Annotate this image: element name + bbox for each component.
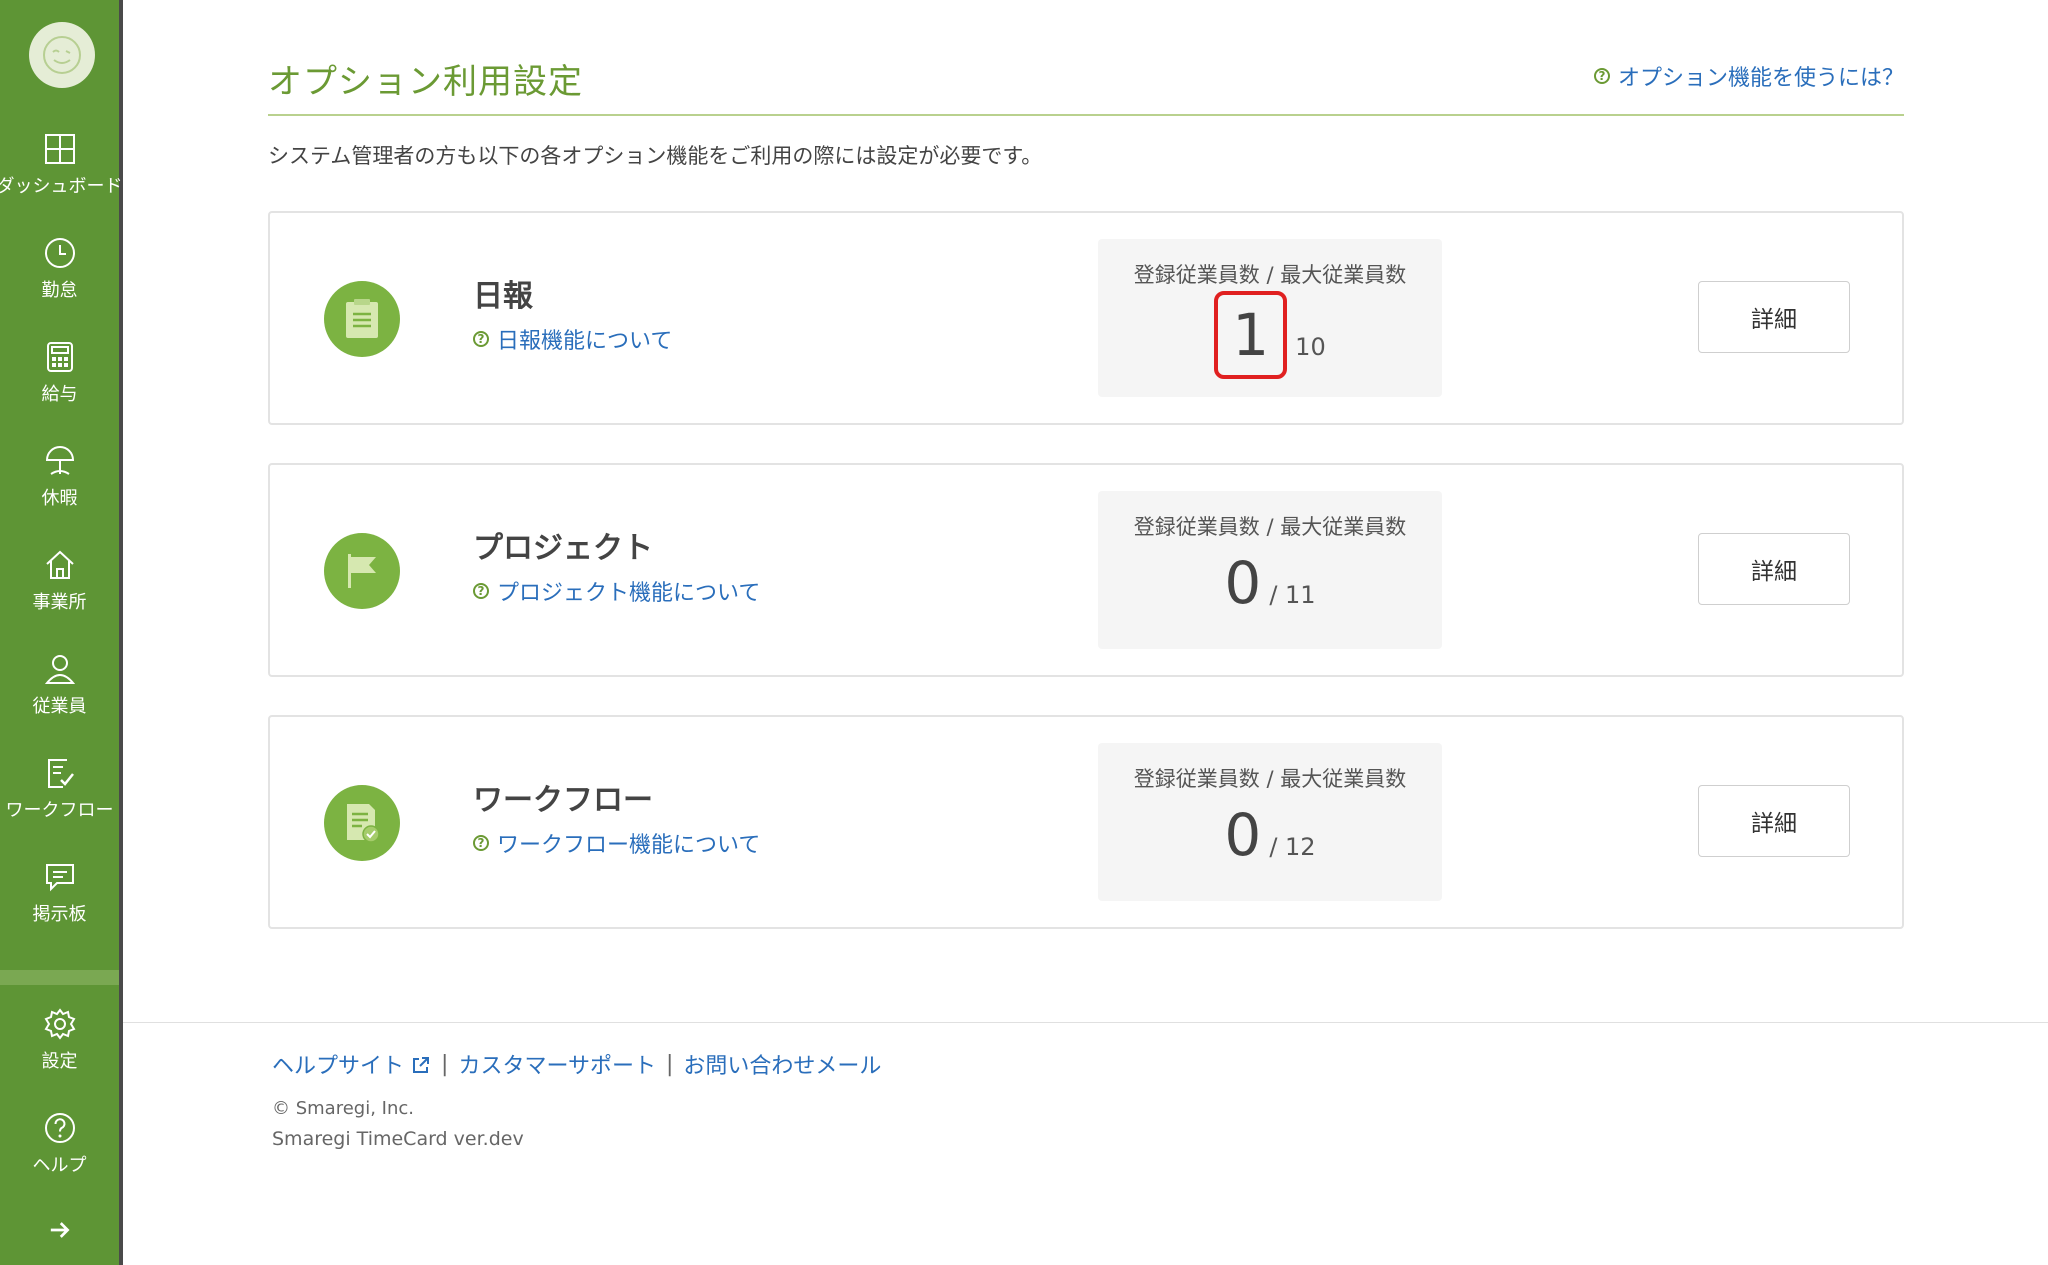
external-link-icon [413, 1057, 430, 1073]
option-help-link-text: オプション機能を使うには？ [1617, 66, 1904, 91]
sidebar-item-workflow[interactable]: ワークフロー [0, 756, 119, 846]
detail-button[interactable]: 詳細 [1698, 281, 1850, 353]
question-icon: ? [473, 331, 489, 347]
employee-count-row: 0 / 12 [1098, 795, 1442, 875]
sidebar-item-label: 事業所 [32, 592, 87, 613]
employee-count-label: 登録従業員数 / 最大従業員数 [1133, 515, 1407, 539]
customer-support-link[interactable]: カスタマーサポート [458, 1048, 656, 1080]
calculator-icon [46, 342, 73, 372]
footer-separator: | [441, 1051, 449, 1077]
option-help-link[interactable]: ? オプション機能を使うには？ [1593, 60, 1904, 92]
arrow-right-icon [50, 1222, 70, 1238]
max-count: 10 [1295, 333, 1326, 361]
person-icon [44, 655, 75, 684]
employee-count-panel: 登録従業員数 / 最大従業員数 0 / 11 [1098, 491, 1442, 649]
checklist-icon [47, 759, 74, 788]
avatar[interactable] [29, 22, 95, 88]
option-about-link-text: プロジェクト機能について [497, 581, 761, 606]
sidebar-item-settings[interactable]: 設定 [0, 1007, 119, 1097]
sidebar-item-office[interactable]: 事業所 [0, 548, 119, 638]
detail-button[interactable]: 詳細 [1698, 533, 1850, 605]
option-card-workflow: ワークフロー ? ワークフロー機能について 登録従業員数 / 最大従業員数 0 … [268, 715, 1904, 929]
contact-mail-link[interactable]: お問い合わせメール [683, 1048, 881, 1080]
page-title: オプション利用設定 [268, 62, 583, 102]
sidebar-item-dashboard[interactable]: ダッシュボード [0, 132, 123, 222]
employee-count-label: 登録従業員数 / 最大従業員数 [1133, 263, 1407, 287]
sidebar-item-attendance[interactable]: 勤怠 [0, 236, 119, 326]
registered-count: 0 [1224, 549, 1262, 617]
sidebar-item-employees[interactable]: 従業員 [0, 652, 119, 742]
sidebar-item-label: ワークフロー [5, 800, 114, 821]
version-text: Smaregi TimeCard ver.dev [272, 1128, 524, 1150]
sidebar-item-label: 設定 [41, 1051, 78, 1072]
sidebar-item-label: 勤怠 [41, 280, 78, 301]
max-count: / 11 [1269, 581, 1316, 609]
sidebar: ダッシュボード 勤怠 給与 休暇 事業所 従業員 ワークフロー 掲示板 設定 ヘ… [0, 0, 123, 1265]
sidebar-expand-button[interactable] [0, 1217, 119, 1247]
employee-count-panel: 登録従業員数 / 最大従業員数 1 10 [1098, 239, 1442, 397]
sidebar-item-label: 従業員 [32, 696, 87, 717]
max-count: / 12 [1269, 833, 1316, 861]
dashboard-icon [44, 134, 75, 164]
option-about-link[interactable]: ? ワークフロー機能について [473, 827, 760, 859]
sidebar-item-label: ダッシュボード [0, 176, 123, 197]
employee-count-label: 登録従業員数 / 最大従業員数 [1133, 767, 1407, 791]
question-icon: ? [473, 835, 489, 851]
option-about-link[interactable]: ? プロジェクト機能について [473, 575, 760, 607]
detail-button[interactable]: 詳細 [1698, 785, 1850, 857]
footer: ヘルプサイト | カスタマーサポート | お問い合わせメール © Smaregi… [272, 1048, 881, 1154]
help-icon [44, 1113, 75, 1143]
option-about-link[interactable]: ? 日報機能について [473, 323, 672, 355]
help-site-link-text: ヘルプサイト [272, 1054, 405, 1079]
intro-text: システム管理者の方も以下の各オプション機能をご利用の際には設定が必要です。 [268, 144, 1043, 168]
sidebar-item-label: ヘルプ [32, 1155, 87, 1176]
home-icon [45, 550, 74, 579]
page-header: オプション利用設定 ? オプション機能を使うには？ [268, 50, 1904, 116]
sidebar-item-board[interactable]: 掲示板 [0, 860, 119, 950]
option-about-link-text: 日報機能について [497, 329, 673, 354]
registered-count: 0 [1224, 801, 1262, 869]
question-icon: ? [1593, 68, 1610, 84]
employee-count-panel: 登録従業員数 / 最大従業員数 0 / 12 [1098, 743, 1442, 901]
footer-divider [123, 1022, 2048, 1023]
employee-count-row: 0 / 11 [1098, 543, 1442, 623]
flag-icon [324, 533, 400, 609]
option-name: プロジェクト [473, 531, 653, 566]
option-card-daily-report: 日報 ? 日報機能について 登録従業員数 / 最大従業員数 1 10 詳細 [268, 211, 1904, 425]
clipboard-icon [324, 281, 400, 357]
parasol-icon [45, 446, 74, 475]
gear-icon [44, 1008, 75, 1040]
sidebar-item-label: 掲示板 [32, 904, 87, 925]
footer-separator: | [666, 1051, 674, 1077]
message-icon [45, 864, 74, 892]
sidebar-item-vacation[interactable]: 休暇 [0, 444, 119, 534]
sidebar-item-label: 休暇 [41, 488, 78, 509]
document-check-icon [324, 785, 400, 861]
option-name: 日報 [473, 279, 533, 314]
copyright-text: © Smaregi, Inc. [272, 1098, 414, 1119]
option-name: ワークフロー [473, 783, 653, 818]
registered-count: 1 [1214, 291, 1288, 379]
option-about-link-text: ワークフロー機能について [497, 833, 761, 858]
clock-icon [44, 238, 75, 268]
sidebar-bottom: 設定 ヘルプ [0, 985, 119, 1265]
sidebar-item-payroll[interactable]: 給与 [0, 340, 119, 430]
question-icon: ? [473, 583, 489, 599]
option-card-project: プロジェクト ? プロジェクト機能について 登録従業員数 / 最大従業員数 0 … [268, 463, 1904, 677]
help-site-link[interactable]: ヘルプサイト [272, 1048, 431, 1080]
footer-copy: © Smaregi, Inc. Smaregi TimeCard ver.dev [272, 1094, 881, 1154]
sidebar-scroll-fade [0, 970, 119, 986]
footer-links: ヘルプサイト | カスタマーサポート | お問い合わせメール [272, 1048, 881, 1080]
employee-count-row: 1 10 [1098, 291, 1442, 379]
smiley-icon [43, 36, 81, 74]
sidebar-item-label: 給与 [41, 384, 78, 405]
sidebar-item-help[interactable]: ヘルプ [0, 1111, 119, 1201]
